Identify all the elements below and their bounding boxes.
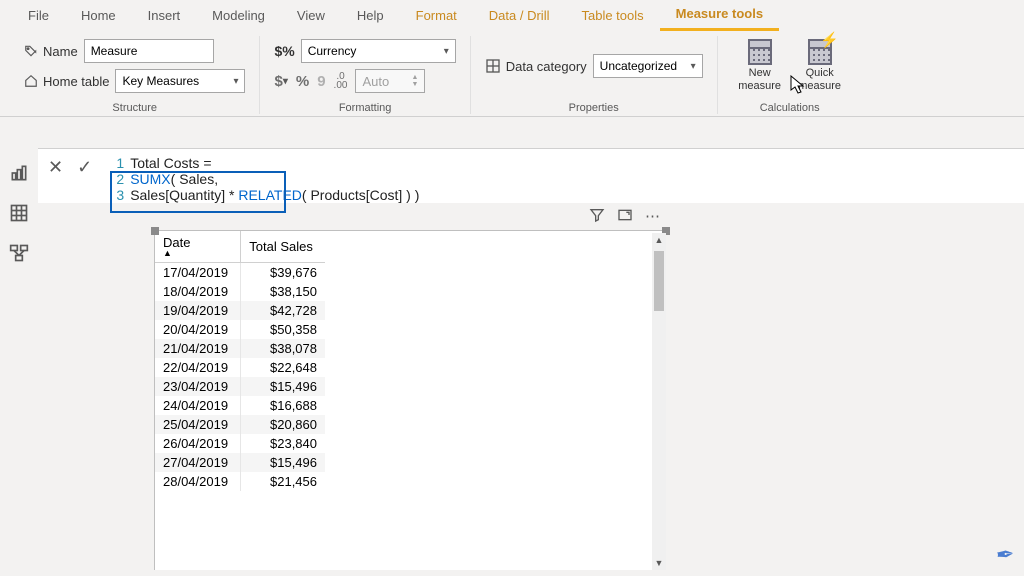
calculator-icon <box>748 39 772 65</box>
scroll-thumb[interactable] <box>654 251 664 311</box>
tab-modeling[interactable]: Modeling <box>196 1 281 30</box>
chevron-down-icon: ▾ <box>444 46 449 57</box>
home-table-dropdown[interactable]: Key Measures▾ <box>115 69 245 93</box>
tab-insert[interactable]: Insert <box>132 1 197 30</box>
table-row[interactable]: 24/04/2019$16,688 <box>155 396 325 415</box>
tab-format[interactable]: Format <box>400 1 473 30</box>
scroll-up-icon[interactable]: ▲ <box>654 233 664 247</box>
table-row[interactable]: 18/04/2019$38,150 <box>155 282 325 301</box>
home-table-label: Home table <box>24 74 109 89</box>
spinner-down-icon[interactable]: ▼ <box>412 81 419 88</box>
tag-icon <box>24 44 38 58</box>
tab-bar: FileHomeInsertModelingViewHelpFormatData… <box>0 0 1024 30</box>
resize-handle[interactable] <box>151 227 159 235</box>
table-row[interactable]: 19/04/2019$42,728 <box>155 301 325 320</box>
decimal-button[interactable]: .0.00 <box>334 72 348 90</box>
tab-file[interactable]: File <box>12 1 65 30</box>
group-formatting: $% Currency▾ $ ▾ % 9 .0.00 Auto ▲ ▼ <box>260 36 470 114</box>
report-view-button[interactable] <box>8 162 30 184</box>
formula-bar: ✕ ✓ 1Total Costs = 2SUMX( Sales,3 Sales[… <box>38 148 1024 203</box>
cancel-button[interactable]: ✕ <box>48 157 63 203</box>
mouse-cursor-icon <box>790 75 806 95</box>
table-row[interactable]: 21/04/2019$38,078 <box>155 339 325 358</box>
data-category-label: Data category <box>485 58 587 74</box>
model-view-button[interactable] <box>8 242 30 264</box>
format-symbol-icon: $% <box>274 43 294 59</box>
tab-data-drill[interactable]: Data / Drill <box>473 1 566 30</box>
home-icon <box>24 74 38 88</box>
vertical-scrollbar[interactable]: ▲ ▼ <box>652 233 666 570</box>
name-label: Name <box>24 44 78 59</box>
view-rail <box>0 148 38 264</box>
commit-button[interactable]: ✓ <box>77 157 92 203</box>
group-structure: Name Home table Key Measures▾ Structure <box>10 36 260 114</box>
chevron-down-icon: ▾ <box>691 61 696 72</box>
data-category-dropdown[interactable]: Uncategorized▾ <box>593 54 703 78</box>
format-dropdown[interactable]: Currency▾ <box>301 39 456 63</box>
table-row[interactable]: 22/04/2019$22,648 <box>155 358 325 377</box>
table-visual[interactable]: ⋯ Date▲ Total Sales 17/04/2019$39,67618/… <box>154 230 666 570</box>
tab-view[interactable]: View <box>281 1 341 30</box>
decimal-places-input[interactable]: Auto ▲ ▼ <box>355 69 425 93</box>
table-row[interactable]: 20/04/2019$50,358 <box>155 320 325 339</box>
dax-editor[interactable]: 1Total Costs = 2SUMX( Sales,3 Sales[Quan… <box>110 155 419 203</box>
group-properties: Data category Uncategorized▾ Properties <box>471 36 718 114</box>
table-row[interactable]: 26/04/2019$23,840 <box>155 434 325 453</box>
tab-home[interactable]: Home <box>65 1 132 30</box>
focus-mode-icon[interactable] <box>617 207 633 225</box>
tab-measure-tools[interactable]: Measure tools <box>660 0 779 31</box>
scroll-down-icon[interactable]: ▼ <box>654 556 664 570</box>
column-header-date[interactable]: Date▲ <box>155 231 241 263</box>
column-header-total-sales[interactable]: Total Sales <box>241 231 325 263</box>
currency-button[interactable]: $ ▾ <box>274 73 287 90</box>
table-row[interactable]: 28/04/2019$21,456 <box>155 472 325 491</box>
tab-help[interactable]: Help <box>341 1 400 30</box>
more-options-icon[interactable]: ⋯ <box>645 207 660 225</box>
chevron-down-icon: ▾ <box>233 76 238 87</box>
table-row[interactable]: 23/04/2019$15,496 <box>155 377 325 396</box>
group-label-properties: Properties <box>569 102 619 114</box>
data-table: Date▲ Total Sales 17/04/2019$39,67618/04… <box>155 231 325 491</box>
group-label-structure: Structure <box>112 102 157 114</box>
filter-icon[interactable] <box>589 207 605 225</box>
subscribe-watermark-icon: ✒ <box>994 541 1015 569</box>
spinner-up-icon[interactable]: ▲ <box>412 74 419 81</box>
lightning-icon: ⚡ <box>820 32 839 50</box>
measure-name-input[interactable] <box>84 39 214 63</box>
new-measure-button[interactable]: New measure <box>732 39 788 93</box>
data-view-button[interactable] <box>8 202 30 224</box>
thousands-button[interactable]: 9 <box>317 73 325 90</box>
table-row[interactable]: 25/04/2019$20,860 <box>155 415 325 434</box>
group-label-calculations: Calculations <box>760 102 820 114</box>
group-label-formatting: Formatting <box>339 102 392 114</box>
category-icon <box>485 58 501 74</box>
table-row[interactable]: 17/04/2019$39,676 <box>155 263 325 283</box>
tab-table-tools[interactable]: Table tools <box>565 1 659 30</box>
percent-button[interactable]: % <box>296 73 309 90</box>
table-row[interactable]: 27/04/2019$15,496 <box>155 453 325 472</box>
ribbon: Name Home table Key Measures▾ Structure … <box>0 30 1024 117</box>
